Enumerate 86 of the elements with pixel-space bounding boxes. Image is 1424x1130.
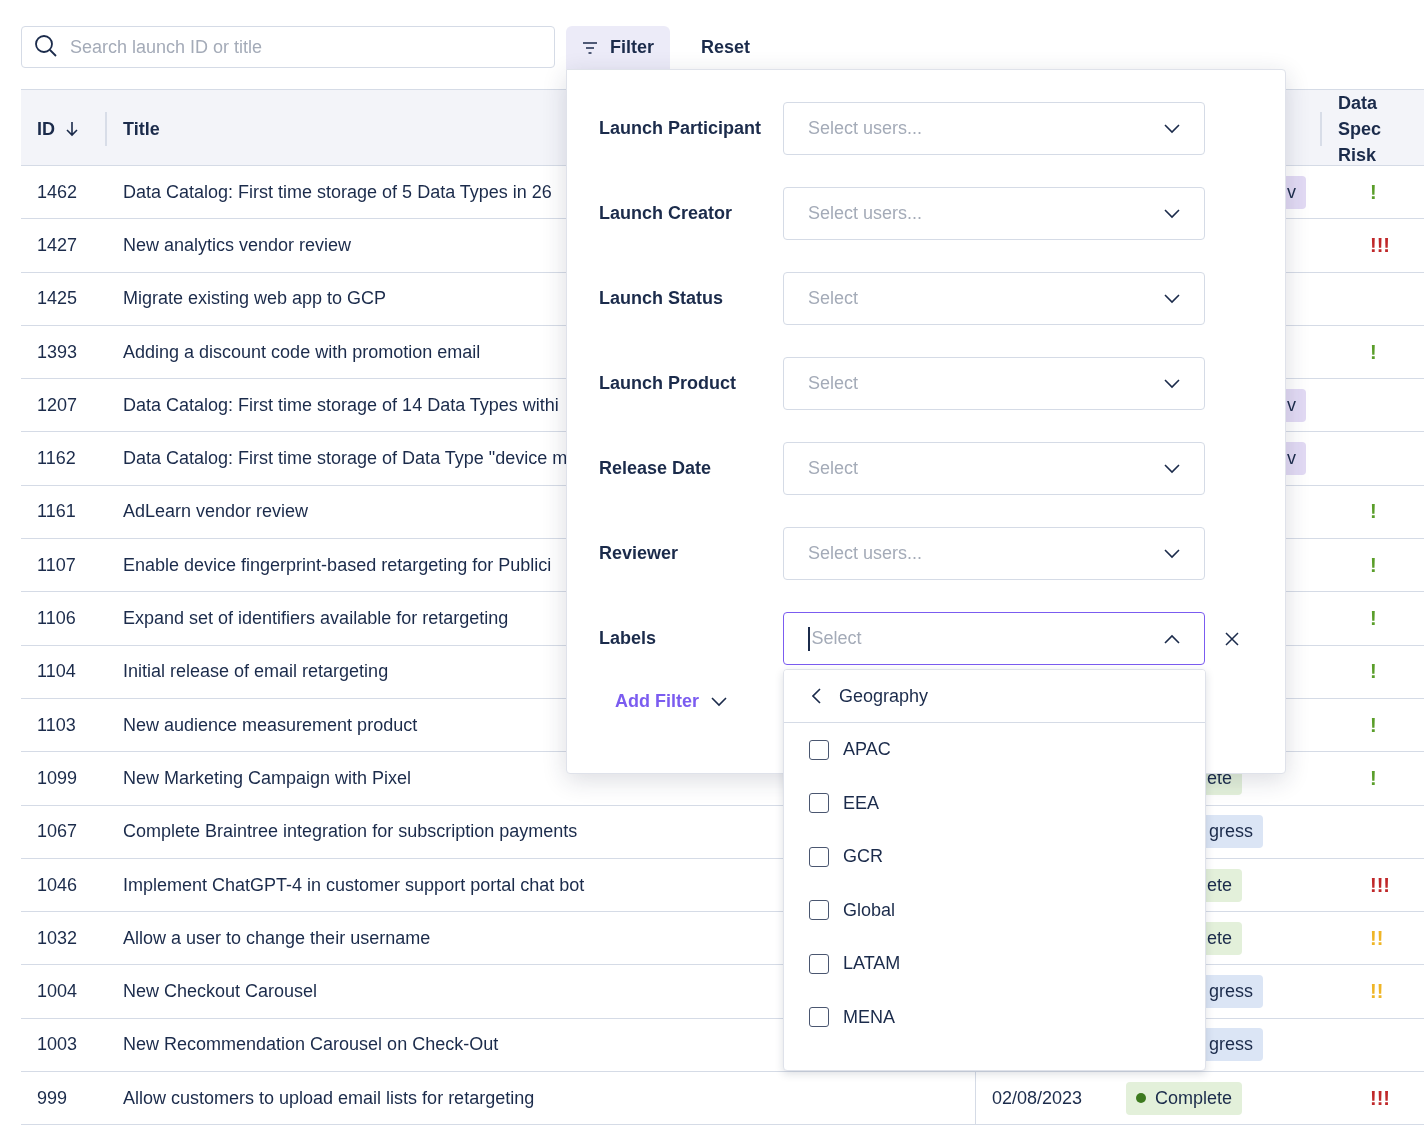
id-cell: 1207	[37, 394, 78, 416]
risk-indicator: !	[1370, 713, 1377, 737]
chevron-down-icon	[1164, 123, 1180, 134]
risk-indicator: !	[1370, 500, 1377, 524]
chevron-down-icon	[1164, 378, 1180, 389]
title-cell: New Marketing Campaign with Pixel	[123, 767, 412, 789]
filter-icon	[582, 41, 598, 54]
filter-label: Labels	[599, 628, 658, 649]
id-cell: 1004	[37, 981, 78, 1003]
search-icon	[34, 34, 58, 58]
id-cell: 1067	[37, 821, 78, 843]
filter-button[interactable]: Filter	[566, 26, 670, 69]
title-cell: AdLearn vendor review	[123, 501, 309, 523]
column-header[interactable]: Title	[123, 118, 160, 140]
date-cell: 02/08/2023	[992, 1087, 1083, 1109]
risk-indicator: !!!	[1370, 233, 1390, 257]
id-cell: 1161	[37, 501, 76, 523]
risk-indicator: !!!	[1370, 1086, 1390, 1110]
filter-label: Launch Creator	[599, 203, 734, 224]
filter-label: Launch Participant	[599, 118, 763, 139]
title-cell: New Checkout Carousel	[123, 981, 318, 1003]
title-cell: New analytics vendor review	[123, 234, 352, 256]
checkbox[interactable]	[809, 739, 829, 760]
title-cell: Enable device fingerprint-based retargeting for Publici	[123, 554, 552, 576]
id-cell: 1106	[37, 608, 76, 629]
chevron-down-icon	[1164, 463, 1180, 474]
clear-button[interactable]	[1225, 631, 1239, 646]
risk-indicator: !	[1370, 553, 1377, 577]
chevron-down-icon	[1164, 293, 1180, 304]
title-cell: Complete Braintree integration for subscription payments	[123, 821, 578, 843]
checkbox[interactable]	[809, 846, 829, 867]
title-cell: Initial release of email retargeting	[123, 661, 389, 683]
title-cell: Allow customers to upload email lists for retargeting	[123, 1087, 535, 1109]
title-cell: New audience measurement product	[123, 714, 418, 736]
title-cell: Data Catalog: First time storage of 5 Data Types in 26	[123, 181, 552, 203]
checkbox[interactable]	[809, 793, 829, 814]
filter-label: Launch Product	[599, 373, 737, 394]
title-cell: Implement ChatGPT-4 in customer support portal chat bot	[123, 874, 585, 896]
risk-indicator: !	[1370, 766, 1377, 790]
column-header[interactable]: Data Spec Risk	[1338, 90, 1422, 168]
chevron-down-icon	[1164, 208, 1180, 219]
id-cell: 1393	[37, 341, 78, 363]
id-cell: 1032	[37, 927, 78, 949]
checkbox[interactable]	[809, 900, 829, 921]
add-filter-button[interactable]: Add Filter	[599, 691, 727, 712]
id-cell: 1046	[37, 874, 78, 896]
id-cell: 1427	[37, 234, 78, 256]
chevron-down-icon	[711, 696, 727, 707]
reset-button[interactable]: Reset	[681, 36, 771, 58]
id-cell: 999	[37, 1087, 68, 1109]
status-badge: Complete	[1126, 1081, 1242, 1115]
id-cell: 1003	[37, 1034, 78, 1056]
filter-label: Reviewer	[599, 543, 680, 564]
checkbox[interactable]	[809, 953, 829, 974]
risk-indicator: !!!	[1370, 873, 1390, 897]
title-cell: Data Catalog: First time storage of 14 Data Types withi	[123, 394, 559, 416]
title-cell: Adding a discount code with promotion email	[123, 341, 481, 363]
title-cell: Expand set of identifiers available for retargeting	[123, 608, 509, 629]
sort-down-icon	[65, 121, 79, 137]
id-cell: 1107	[37, 554, 76, 576]
chevron-left-icon	[812, 688, 821, 704]
risk-indicator: !	[1370, 180, 1377, 204]
risk-indicator: !!	[1370, 926, 1384, 950]
title-cell: Data Catalog: First time storage of Data Type "device m	[123, 448, 568, 470]
checkbox[interactable]	[809, 1007, 829, 1028]
risk-indicator: !	[1370, 340, 1377, 364]
risk-indicator: !	[1370, 660, 1377, 684]
column-header[interactable]: ID	[21, 90, 79, 168]
back-button[interactable]: Geography	[784, 670, 1205, 723]
chevron-up-icon	[1164, 633, 1180, 644]
id-cell: 1104	[37, 661, 76, 683]
filter-label: Launch Status	[599, 288, 724, 309]
risk-indicator: !!	[1370, 980, 1384, 1004]
close-icon	[1225, 631, 1239, 646]
filter-label: Release Date	[599, 458, 713, 479]
search-field[interactable]: Search launch ID or title	[21, 26, 555, 68]
id-cell: 1425	[37, 288, 78, 310]
risk-indicator: !	[1370, 607, 1377, 630]
id-cell: 1099	[37, 767, 78, 789]
id-cell: 1462	[37, 181, 78, 203]
id-cell: 1103	[37, 714, 76, 736]
id-cell: 1162	[37, 448, 76, 470]
chevron-down-icon	[1164, 548, 1180, 559]
title-cell: Allow a user to change their username	[123, 927, 431, 949]
title-cell: Migrate existing web app to GCP	[123, 288, 387, 310]
title-cell: New Recommendation Carousel on Check-Out	[123, 1034, 499, 1056]
